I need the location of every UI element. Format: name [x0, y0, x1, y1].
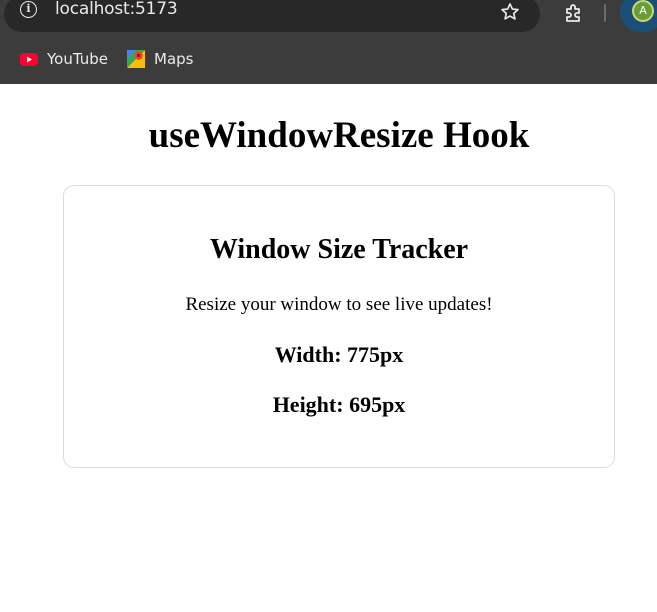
extensions-puzzle-icon[interactable] — [562, 1, 586, 25]
bookmark-label: YouTube — [47, 50, 108, 68]
window-height-readout: Height: 695px — [272, 392, 406, 417]
youtube-icon — [20, 53, 38, 66]
window-width-readout: Width: 775px — [274, 342, 404, 367]
bookmarks-bar: YouTube Maps — [0, 40, 657, 76]
address-bar[interactable]: i localhost:5173 — [4, 0, 540, 32]
maps-icon — [127, 50, 145, 68]
bookmark-label: Maps — [154, 50, 194, 68]
url-text[interactable]: localhost:5173 — [55, 0, 178, 19]
card-description: Resize your window to see live updates! — [185, 294, 493, 315]
bookmark-star-icon[interactable] — [499, 1, 521, 23]
page-title: useWindowResize Hook — [148, 115, 530, 156]
toolbar-divider — [604, 4, 606, 22]
profile-avatar: A — [632, 0, 654, 22]
page-content: useWindowResize Hook Window Size Tracker… — [0, 84, 657, 612]
bookmark-youtube[interactable]: YouTube — [19, 48, 108, 70]
browser-chrome: i localhost:5173 A YouTube Maps — [0, 0, 657, 84]
bookmark-maps[interactable]: Maps — [126, 48, 193, 70]
window-size-card: Window Size Tracker Resize your window t… — [63, 185, 615, 468]
browser-toolbar: i localhost:5173 A — [0, 0, 657, 33]
site-info-icon[interactable]: i — [20, 1, 37, 18]
profile-button[interactable]: A — [620, 0, 657, 32]
card-title: Window Size Tracker — [209, 234, 469, 265]
